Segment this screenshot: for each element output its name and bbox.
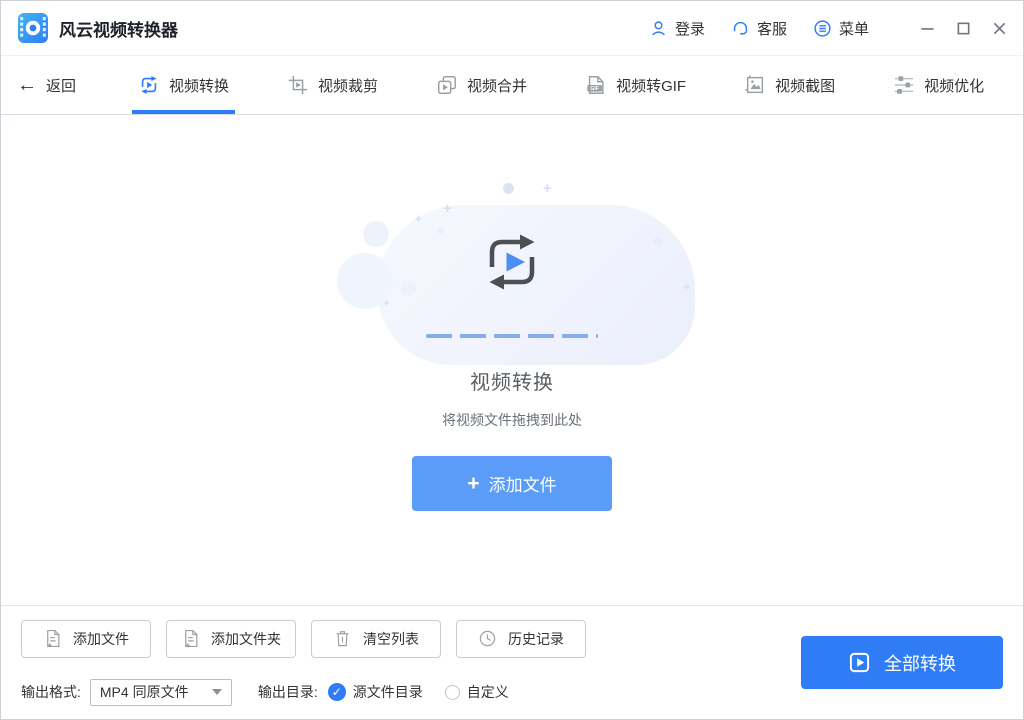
tab-video-convert[interactable]: 视频转换 bbox=[132, 56, 236, 114]
menu-button[interactable]: 菜单 bbox=[813, 18, 869, 39]
play-square-icon bbox=[848, 651, 871, 674]
tab-video-screenshot[interactable]: 视频截图 bbox=[738, 56, 841, 114]
video-crop-icon bbox=[287, 74, 309, 96]
headset-icon bbox=[731, 19, 750, 38]
deco-plus: + bbox=[415, 212, 423, 226]
bottom-bar: 添加文件 添加文件夹 清空列表 历史记录 输出格式: MP4 同原文件 输出目录… bbox=[1, 605, 1023, 719]
add-files-label: 添加文件 bbox=[488, 476, 557, 495]
minimize-button[interactable] bbox=[919, 20, 935, 36]
close-button[interactable] bbox=[991, 20, 1007, 36]
tab-label: 视频裁剪 bbox=[318, 77, 379, 95]
file-plus-icon bbox=[43, 629, 62, 648]
radio-label: 源文件目录 bbox=[352, 684, 423, 700]
app-window: 风云视频转换器 登录 客服 菜单 ← 返回 视频转换 视频裁剪 视频合并 GIF… bbox=[0, 0, 1024, 720]
gif-badge-text: GIF bbox=[590, 86, 599, 92]
button-label: 添加文件夹 bbox=[211, 630, 281, 647]
drop-zone[interactable]: + + + + + 视频转换 将视频文件拖拽到此处 + 添加文件 bbox=[1, 115, 1023, 605]
blob-circle bbox=[363, 221, 389, 247]
deco-plus: + bbox=[543, 180, 552, 197]
output-settings-row: 输出格式: MP4 同原文件 输出目录: ✓ 源文件目录 自定义 bbox=[21, 678, 586, 706]
radio-checked-icon: ✓ bbox=[327, 683, 346, 701]
tab-label: 视频转GIF bbox=[616, 77, 687, 95]
app-logo-icon bbox=[17, 12, 49, 44]
clock-icon bbox=[478, 629, 497, 648]
maximize-button[interactable] bbox=[955, 20, 971, 36]
convert-all-button[interactable]: 全部转换 bbox=[801, 636, 1003, 689]
video-screenshot-icon bbox=[744, 74, 766, 96]
button-label: 历史记录 bbox=[508, 630, 564, 647]
customer-service-button[interactable]: 客服 bbox=[731, 18, 787, 39]
add-folder-button[interactable]: 添加文件夹 bbox=[166, 619, 296, 658]
app-title: 风云视频转换器 bbox=[59, 20, 178, 40]
tab-label: 视频优化 bbox=[924, 77, 985, 95]
back-arrow-icon: ← bbox=[17, 74, 37, 96]
video-convert-icon bbox=[138, 74, 160, 96]
tab-video-optimize[interactable]: 视频优化 bbox=[887, 56, 990, 114]
clear-list-button[interactable]: 清空列表 bbox=[311, 619, 441, 658]
deco-dot bbox=[437, 227, 444, 234]
dropzone-hint: 将视频文件拖拽到此处 bbox=[442, 412, 582, 428]
output-dir-label: 输出目录: bbox=[257, 684, 318, 700]
radio-custom-directory[interactable]: 自定义 bbox=[444, 682, 509, 702]
add-files-button[interactable]: + 添加文件 bbox=[412, 456, 612, 511]
tabs: 视频转换 视频裁剪 视频合并 GIF 视频转GIF 视频截图 视频优化 bbox=[132, 56, 990, 114]
button-label: 清空列表 bbox=[363, 630, 419, 647]
back-label: 返回 bbox=[46, 77, 77, 95]
tab-label: 视频截图 bbox=[775, 77, 836, 95]
dropzone-title: 视频转换 bbox=[470, 372, 554, 394]
chevron-down-icon bbox=[211, 689, 222, 695]
output-format-dropdown[interactable]: MP4 同原文件 bbox=[89, 678, 232, 706]
tab-video-to-gif[interactable]: GIF 视频转GIF bbox=[579, 56, 692, 114]
add-file-button[interactable]: 添加文件 bbox=[21, 619, 151, 658]
video-convert-big-icon bbox=[477, 227, 547, 297]
service-label: 客服 bbox=[756, 20, 787, 38]
deco-dot bbox=[503, 183, 514, 194]
video-to-gif-icon: GIF bbox=[585, 74, 607, 96]
login-label: 登录 bbox=[674, 20, 705, 38]
tab-label: 视频合并 bbox=[467, 77, 528, 95]
menu-icon bbox=[813, 19, 832, 38]
convert-all-label: 全部转换 bbox=[884, 653, 956, 674]
file-action-buttons: 添加文件 添加文件夹 清空列表 历史记录 bbox=[21, 619, 586, 658]
menu-label: 菜单 bbox=[838, 20, 869, 38]
deco-plus: + bbox=[383, 298, 390, 310]
radio-unchecked-icon bbox=[444, 684, 460, 700]
radio-source-directory[interactable]: ✓ 源文件目录 bbox=[327, 682, 423, 702]
video-optimize-icon bbox=[893, 74, 915, 96]
radio-label: 自定义 bbox=[466, 684, 509, 700]
title-bar: 风云视频转换器 登录 客服 菜单 bbox=[1, 1, 1023, 56]
deco-plus: + bbox=[683, 280, 691, 294]
dashed-underline bbox=[426, 334, 598, 338]
file-plus-icon bbox=[181, 629, 200, 648]
tab-label: 视频转换 bbox=[169, 77, 230, 95]
bottom-left: 添加文件 添加文件夹 清空列表 历史记录 输出格式: MP4 同原文件 输出目录… bbox=[21, 619, 586, 706]
video-merge-icon bbox=[436, 74, 458, 96]
output-format-value: MP4 同原文件 bbox=[99, 684, 189, 700]
titlebar-actions: 登录 客服 菜单 bbox=[623, 18, 1007, 39]
trash-icon bbox=[333, 629, 352, 648]
deco-plus: + bbox=[443, 200, 452, 217]
tab-bar: ← 返回 视频转换 视频裁剪 视频合并 GIF 视频转GIF 视频截图 视频优化 bbox=[1, 56, 1023, 115]
output-format-label: 输出格式: bbox=[21, 684, 81, 700]
dropzone-illustration: + + + + + bbox=[297, 180, 727, 365]
login-button[interactable]: 登录 bbox=[649, 18, 705, 39]
deco-dot bbox=[653, 237, 662, 246]
plus-icon: + bbox=[467, 472, 480, 495]
history-button[interactable]: 历史记录 bbox=[456, 619, 586, 658]
blob-circle bbox=[401, 281, 416, 296]
window-controls bbox=[899, 20, 1007, 36]
tab-video-crop[interactable]: 视频裁剪 bbox=[281, 56, 384, 114]
tab-video-merge[interactable]: 视频合并 bbox=[430, 56, 533, 114]
user-icon bbox=[649, 19, 668, 38]
back-button[interactable]: ← 返回 bbox=[17, 56, 76, 114]
button-label: 添加文件 bbox=[73, 630, 129, 647]
